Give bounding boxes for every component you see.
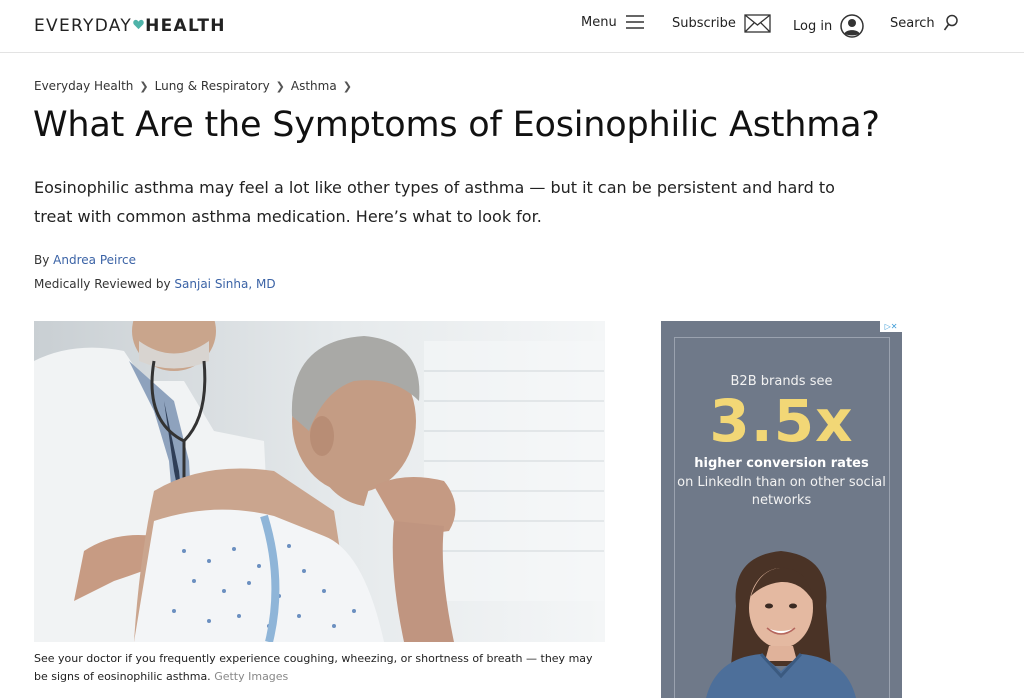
byline-prefix: By (34, 253, 50, 267)
logo-text-health: HEALTH (145, 16, 226, 36)
subscribe-button[interactable]: Subscribe (672, 14, 771, 33)
ad-choices-icon[interactable]: ▷✕ (880, 321, 902, 332)
author-byline: By Andrea Peirce (34, 253, 136, 267)
search-label: Search (890, 15, 935, 31)
login-button[interactable]: Log in (793, 14, 864, 38)
doctor-patient-illustration (34, 321, 605, 642)
site-header: EVERYDAY HEALTH Menu Subscribe Log in Sea… (0, 0, 1024, 53)
menu-label: Menu (581, 14, 617, 30)
breadcrumb-item-asthma[interactable]: Asthma (291, 79, 337, 93)
reviewer-link[interactable]: Sanjai Sinha, MD (174, 277, 275, 291)
user-avatar-icon (840, 14, 864, 38)
heart-icon (133, 19, 144, 30)
search-button[interactable]: Search (890, 14, 959, 32)
ad-body-text: on LinkedIn than on other social network… (677, 475, 886, 508)
site-logo[interactable]: EVERYDAY HEALTH (34, 16, 226, 36)
article-dek: Eosinophilic asthma may feel a lot like … (34, 178, 835, 226)
article-title: What Are the Symptoms of Eosinophilic As… (33, 105, 880, 145)
ad-subheadline: higher conversion rates (694, 456, 869, 471)
subscribe-label: Subscribe (672, 16, 736, 31)
hamburger-icon (625, 15, 644, 29)
logo-text-everyday: EVERYDAY (34, 16, 133, 36)
reviewed-prefix: Medically Reviewed by (34, 277, 171, 291)
author-link[interactable]: Andrea Peirce (53, 253, 136, 267)
login-label: Log in (793, 18, 833, 34)
envelope-icon (744, 14, 771, 33)
breadcrumb-item-lung-respiratory[interactable]: Lung & Respiratory (155, 79, 270, 93)
chevron-right-icon: ❯ (139, 79, 149, 93)
reviewer-byline: Medically Reviewed by Sanjai Sinha, MD (34, 277, 276, 291)
hero-image (34, 321, 605, 642)
advertisement[interactable]: ▷✕ B2B brands see 3.5x higher conversion… (661, 321, 902, 698)
search-icon (943, 14, 958, 31)
image-caption: See your doctor if you frequently experi… (34, 650, 609, 686)
caption-text: See your doctor if you frequently experi… (34, 652, 593, 683)
breadcrumb-item-everyday-health[interactable]: Everyday Health (34, 79, 133, 93)
ad-person-photo (706, 551, 856, 698)
ad-stat: 3.5x (709, 387, 854, 455)
image-credit: Getty Images (214, 670, 289, 683)
menu-button[interactable]: Menu (581, 14, 645, 30)
chevron-right-icon: ❯ (342, 79, 352, 93)
chevron-right-icon: ❯ (275, 79, 285, 93)
breadcrumb: Everyday Health ❯ Lung & Respiratory ❯ A… (34, 79, 358, 93)
